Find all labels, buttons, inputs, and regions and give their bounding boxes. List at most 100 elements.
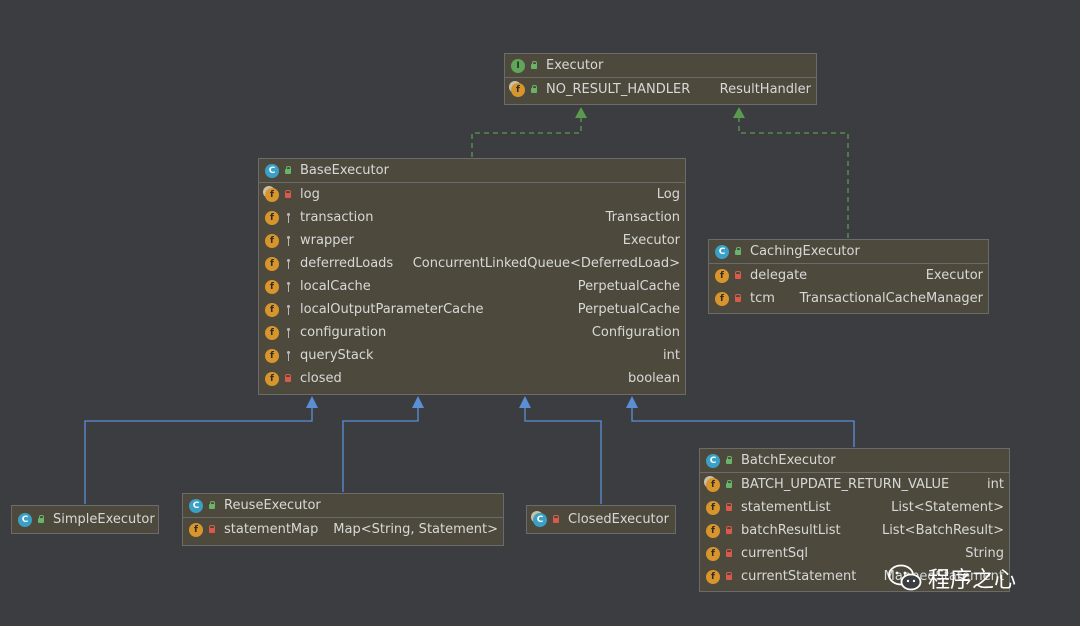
edge-closed-extends-base — [519, 396, 602, 504]
field-type: PerpetualCache — [577, 279, 680, 294]
field-icon: f — [706, 523, 720, 538]
base-executor-node[interactable]: C BaseExecutor f log Log f transaction T… — [258, 158, 686, 395]
class-icon: C — [715, 244, 729, 259]
private-lock-icon — [725, 571, 733, 582]
field-name: currentStatement — [741, 569, 857, 584]
node-title: SimpleExecutor — [53, 512, 155, 527]
public-lock-icon — [725, 479, 733, 490]
public-lock-icon — [530, 84, 538, 95]
field-row: f log Log — [259, 183, 685, 206]
node-title: ReuseExecutor — [224, 498, 321, 513]
field-icon: f — [706, 569, 720, 584]
field-row: f batchResultList List<BatchResult> — [700, 519, 1009, 542]
static-field-icon: f — [511, 82, 525, 97]
field-icon: f — [706, 500, 720, 515]
field-row: f NO_RESULT_HANDLER ResultHandler — [505, 78, 816, 101]
field-row: f deferredLoads ConcurrentLinkedQueue<De… — [259, 252, 685, 275]
reuse-executor-node[interactable]: C ReuseExecutor f statementMap Map<Strin… — [182, 493, 504, 546]
field-type: int — [663, 348, 680, 363]
public-lock-icon — [208, 500, 216, 511]
reuse-executor-header: C ReuseExecutor — [183, 494, 503, 518]
field-row: f configuration Configuration — [259, 321, 685, 344]
field-name: localCache — [300, 279, 371, 294]
interface-icon: I — [511, 58, 525, 73]
field-name: NO_RESULT_HANDLER — [546, 82, 691, 97]
private-lock-icon — [725, 525, 733, 536]
field-name: localOutputParameterCache — [300, 302, 484, 317]
field-name: tcm — [750, 291, 775, 306]
executor-node[interactable]: I Executor f NO_RESULT_HANDLER ResultHan… — [504, 53, 817, 105]
field-name: log — [300, 187, 320, 202]
field-name: transaction — [300, 210, 374, 225]
private-lock-icon — [208, 524, 216, 535]
field-row: f statementMap Map<String, Statement> — [183, 518, 503, 541]
protected-key-icon — [284, 281, 292, 292]
field-icon: f — [706, 546, 720, 561]
field-row: f closed boolean — [259, 367, 685, 390]
field-type: Map<String, Statement> — [333, 522, 498, 537]
field-icon: f — [265, 256, 279, 271]
base-executor-header: C BaseExecutor — [259, 159, 685, 183]
node-title: CachingExecutor — [750, 244, 860, 259]
class-icon: C — [706, 453, 720, 468]
field-icon: f — [265, 371, 279, 386]
class-icon: C — [189, 498, 203, 513]
field-name: BATCH_UPDATE_RETURN_VALUE — [741, 477, 950, 492]
field-type: Configuration — [591, 325, 680, 340]
field-type: boolean — [628, 371, 680, 386]
node-title: BaseExecutor — [300, 163, 389, 178]
field-icon: f — [265, 325, 279, 340]
edge-batch-extends-base — [626, 396, 855, 447]
caching-executor-node[interactable]: C CachingExecutor f delegate Executor f … — [708, 239, 989, 314]
field-name: deferredLoads — [300, 256, 394, 271]
field-icon: f — [189, 522, 203, 537]
static-field-icon: f — [265, 187, 279, 202]
protected-key-icon — [284, 304, 292, 315]
protected-key-icon — [284, 350, 292, 361]
private-lock-icon — [725, 548, 733, 559]
public-lock-icon — [37, 514, 45, 525]
public-lock-icon — [725, 455, 733, 466]
public-lock-icon — [284, 165, 292, 176]
static-field-icon: f — [706, 477, 720, 492]
private-lock-icon — [284, 189, 292, 200]
node-title: BatchExecutor — [741, 453, 836, 468]
private-lock-icon — [284, 373, 292, 384]
field-type: List<Statement> — [891, 500, 1004, 515]
closed-executor-header: C ClosedExecutor — [527, 506, 675, 533]
protected-key-icon — [284, 327, 292, 338]
edge-reuse-extends-base — [342, 396, 424, 492]
watermark-text: 程序之心 — [928, 568, 1017, 593]
edge-caching-implements-executor — [733, 107, 849, 238]
field-row: f localOutputParameterCache PerpetualCac… — [259, 298, 685, 321]
field-name: batchResultList — [741, 523, 841, 538]
simple-executor-header: C SimpleExecutor — [12, 506, 158, 533]
private-lock-icon — [734, 270, 742, 281]
field-type: ResultHandler — [719, 82, 811, 97]
class-icon: C — [18, 512, 32, 527]
field-icon: f — [265, 348, 279, 363]
closed-executor-node[interactable]: C ClosedExecutor — [526, 505, 676, 534]
field-icon: f — [715, 268, 729, 283]
field-name: delegate — [750, 268, 808, 283]
public-lock-icon — [734, 246, 742, 257]
field-name: configuration — [300, 325, 387, 340]
node-title: ClosedExecutor — [568, 512, 669, 527]
field-type: List<BatchResult> — [881, 523, 1004, 538]
field-type: Transaction — [605, 210, 680, 225]
field-name: queryStack — [300, 348, 374, 363]
simple-executor-node[interactable]: C SimpleExecutor — [11, 505, 159, 534]
field-row: f localCache PerpetualCache — [259, 275, 685, 298]
field-icon: f — [265, 302, 279, 317]
field-name: statementMap — [224, 522, 319, 537]
field-type: String — [965, 546, 1004, 561]
field-row: f queryStack int — [259, 344, 685, 367]
private-lock-icon — [725, 502, 733, 513]
field-icon: f — [715, 291, 729, 306]
node-title: Executor — [546, 58, 604, 73]
protected-key-icon — [284, 258, 292, 269]
field-row: f BATCH_UPDATE_RETURN_VALUE int — [700, 473, 1009, 496]
field-type: Executor — [925, 268, 983, 283]
executor-header: I Executor — [505, 54, 816, 78]
edge-base-implements-executor — [471, 107, 587, 157]
